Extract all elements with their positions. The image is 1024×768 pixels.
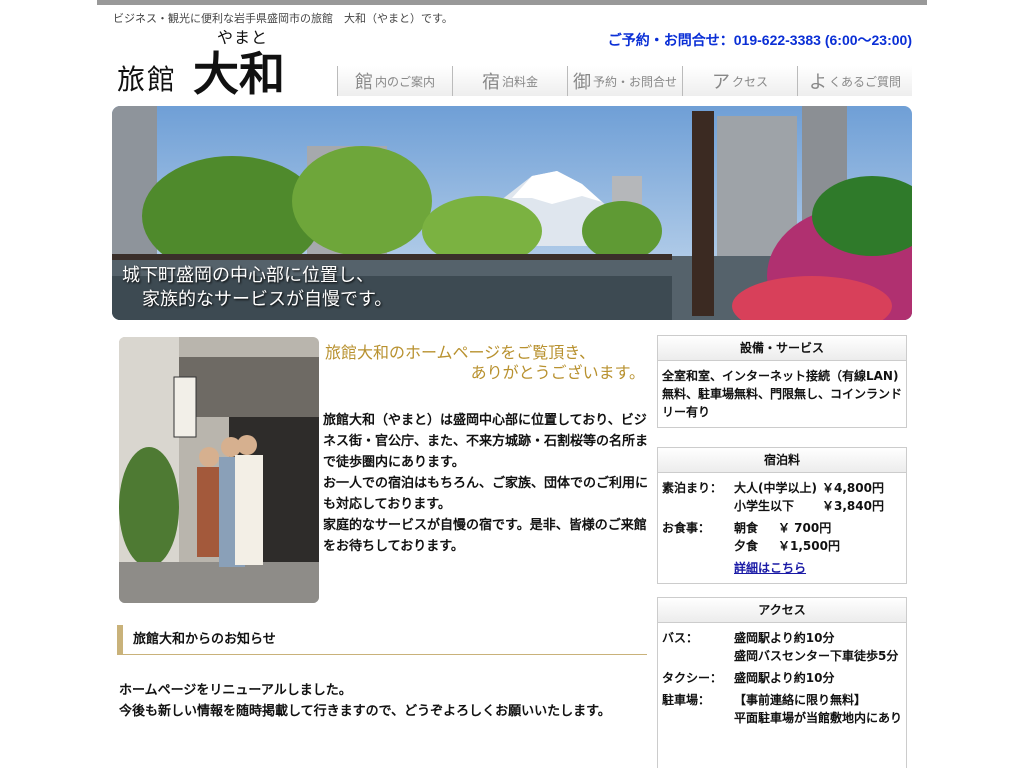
contact-phone: ご予約・お問合せ：019-622-3383 (6:00〜23:00) <box>607 32 912 48</box>
access-box: アクセス バス： 盛岡駅より約10分 盛岡バスセンター下車徒歩5分 タクシー： … <box>657 597 907 768</box>
news-heading: 旅館大和からのお知らせ <box>117 625 647 655</box>
nav-item-access[interactable]: アクセス <box>682 66 797 96</box>
logo-big: 大和 <box>193 47 285 101</box>
hero-line-1: 城下町盛岡の中心部に位置し、 <box>122 265 374 286</box>
taxi-label: タクシー： <box>662 671 723 685</box>
news-line-2: 今後も新しい情報を随時掲載して行きますので、どうぞよろしくお願いいたします。 <box>119 704 611 719</box>
news-body: ホームページをリニューアルしました。 今後も新しい情報を随時掲載して行きますので… <box>119 680 649 722</box>
nav-item-reservation[interactable]: 御予約・お問合せ <box>567 66 682 96</box>
intro-paragraph-1: 旅館大和（やまと）は盛岡中心部に位置しており、ビジネス街・官公庁、また、不来方城… <box>323 413 649 470</box>
access-parking-row: 駐車場： 【事前連絡に限り無料】 平面駐車場が当館敷地内にあり <box>662 691 902 727</box>
services-title: 設備・サービス <box>658 336 906 361</box>
welcome-message: 旅館大和のホームページをご覧頂き、 ありがとうございます。 <box>325 343 645 383</box>
nav-item-rates[interactable]: 宿泊料金 <box>452 66 567 96</box>
parking-line-1: 【事前連絡に限り無料】 <box>734 693 867 707</box>
bus-line-1: 盛岡駅より約10分 <box>734 631 835 645</box>
access-taxi-row: タクシー： 盛岡駅より約10分 <box>662 669 902 687</box>
rates-meal-label: お食事： <box>662 521 711 535</box>
ryokan-entrance-photo <box>119 337 319 603</box>
access-body: バス： 盛岡駅より約10分 盛岡バスセンター下車徒歩5分 タクシー： 盛岡駅より… <box>658 623 906 733</box>
rates-title: 宿泊料 <box>658 448 906 473</box>
rates-meal-row: お食事： 朝食 ￥ 700円 夕食 ￥1,500円 詳細はこちら <box>662 519 902 577</box>
dinner-label: 夕食 <box>734 539 759 553</box>
access-title: アクセス <box>658 598 906 623</box>
hero-line-2: 家族的なサービスが自慢です。 <box>142 289 393 310</box>
intro-text: 旅館大和（やまと）は盛岡中心部に位置しており、ビジネス街・官公庁、また、不来方城… <box>323 410 649 557</box>
adult-label: 大人(中学以上) <box>734 481 817 495</box>
services-text: 全室和室、インターネット接続（有線LAN)無料、駐車場無料、門限無し、コインラン… <box>662 369 903 419</box>
nav-item-faq[interactable]: よくあるご質問 <box>797 66 912 96</box>
nav-item-facility[interactable]: 館内のご案内 <box>337 66 452 96</box>
top-bar <box>97 0 927 5</box>
parking-label: 駐車場： <box>662 693 711 707</box>
rates-body: 素泊まり： 大人(中学以上) ￥4,800円 小学生以下 ￥3,840円 お食事： … <box>658 473 906 583</box>
rates-box: 宿泊料 素泊まり： 大人(中学以上) ￥4,800円 小学生以下 ￥3,840円 お… <box>657 447 907 584</box>
welcome-line-1: 旅館大和のホームページをご覧頂き、 <box>325 343 596 362</box>
hero-caption: 城下町盛岡の中心部に位置し、 家族的なサービスが自慢です。 <box>122 264 392 312</box>
rates-stay-row: 素泊まり： 大人(中学以上) ￥4,800円 小学生以下 ￥3,840円 <box>662 479 902 515</box>
dinner-price: ￥1,500円 <box>778 539 840 553</box>
breakfast-label: 朝食 <box>734 521 759 535</box>
adult-price: ￥4,800円 <box>822 481 884 495</box>
access-bus-row: バス： 盛岡駅より約10分 盛岡バスセンター下車徒歩5分 <box>662 629 902 665</box>
services-box: 設備・サービス 全室和室、インターネット接続（有線LAN)無料、駐車場無料、門限… <box>657 335 907 428</box>
child-price: ￥3,840円 <box>822 499 884 513</box>
hero-banner: 城下町盛岡の中心部に位置し、 家族的なサービスが自慢です。 <box>112 106 912 320</box>
intro-paragraph-2: お一人での宿泊はもちろん、ご家族、団体でのご利用にも対応しております。 <box>323 476 649 512</box>
main-nav: 館内のご案内 宿泊料金 御予約・お問合せ アクセス よくあるご質問 <box>337 66 912 96</box>
site-logo[interactable]: やまと 旅館 大和 <box>117 24 307 101</box>
staff-photo-image <box>119 337 319 603</box>
bus-label: バス： <box>662 631 699 645</box>
child-label: 小学生以下 <box>734 499 795 513</box>
page: ビジネス・観光に便利な岩手県盛岡市の旅館 大和（やまと）です。 ご予約・お問合せ… <box>97 0 927 768</box>
breakfast-price: ￥ 700円 <box>778 521 832 535</box>
news-line-1: ホームページをリニューアルしました。 <box>119 683 352 698</box>
welcome-line-2: ありがとうございます。 <box>470 363 645 382</box>
parking-line-2: 平面駐車場が当館敷地内にあり <box>734 711 903 725</box>
rates-details-link[interactable]: 詳細はこちら <box>734 561 806 575</box>
logo-small: 旅館 <box>117 63 178 96</box>
rates-stay-label: 素泊まり： <box>662 481 723 495</box>
intro-paragraph-3: 家庭的なサービスが自慢の宿です。是非、皆様のご来館をお待ちしております。 <box>323 518 647 554</box>
bus-line-2: 盛岡バスセンター下車徒歩5分 <box>734 649 899 663</box>
taxi-value: 盛岡駅より約10分 <box>734 671 835 685</box>
